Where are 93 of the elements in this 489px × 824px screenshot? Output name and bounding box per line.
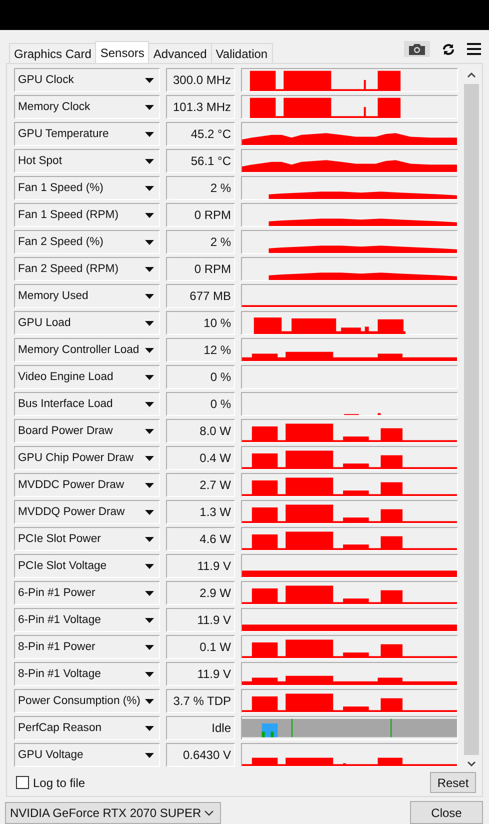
sensor-value: 0.4 W [166,446,235,470]
caret-icon [145,428,154,434]
caret-icon [145,752,154,758]
sensor-dropdown[interactable]: Bus Interface Load [14,392,160,416]
sensor-dropdown[interactable]: 8-Pin #1 Power [14,635,160,659]
caret-icon [145,510,154,514]
tab[interactable]: Sensors [95,41,150,63]
checkbox[interactable] [16,776,29,789]
sensor-value: 1.3 W [166,500,235,524]
sensor-value: 56.1 °C [166,149,235,173]
sensor-value: 0.1 W [166,635,235,659]
sensor-dropdown[interactable]: Memory Used [14,284,160,308]
caret-icon [145,320,154,326]
caret-icon [145,240,154,244]
sensor-value: 0 RPM [166,203,235,227]
refresh-icon[interactable] [442,42,455,56]
tab[interactable]: Validation [210,43,273,63]
caret-icon [145,348,154,352]
sensor-value: 11.9 V [166,608,235,632]
scrollbar-thumb[interactable] [464,84,479,755]
sensor-dropdown[interactable]: GPU Clock [14,68,160,92]
caret-icon [145,402,154,406]
scroll-up-icon[interactable] [467,72,476,78]
sensor-value: 300.0 MHz [166,68,235,92]
caret-icon [145,212,154,218]
scroll-down-icon[interactable] [467,761,476,767]
sensor-dropdown[interactable]: GPU Voltage [14,743,160,767]
sensor-value: 677 MB [166,284,235,308]
chevron-down-icon [204,810,214,816]
sensor-dropdown[interactable]: MVDDQ Power Draw [14,500,160,524]
sensor-dropdown[interactable]: Fan 1 Speed (%) [14,176,160,200]
caret-icon [145,698,154,704]
sensor-dropdown[interactable]: GPU Load [14,311,160,335]
caret-icon [145,186,154,190]
sensor-dropdown[interactable]: PCIe Slot Power [14,527,160,551]
sensor-dropdown[interactable]: 8-Pin #1 Voltage [14,662,160,686]
reset-button[interactable]: Reset [430,772,476,793]
sensor-value: 0.6430 V [166,743,235,767]
sensor-dropdown[interactable]: Power Consumption (%) [14,689,160,713]
sensor-dropdown[interactable]: Hot Spot [14,149,160,173]
gpu-dropdown[interactable]: NVIDIA GeForce RTX 2070 SUPER [5,802,221,824]
sensor-value: Idle [166,716,235,740]
sensor-value: 10 % [166,311,235,335]
sensor-dropdown[interactable]: PCIe Slot Voltage [14,554,160,578]
sensor-dropdown[interactable]: 6-Pin #1 Voltage [14,608,160,632]
sensor-dropdown[interactable]: Board Power Draw [14,419,160,443]
sensor-dropdown[interactable]: Fan 2 Speed (RPM) [14,257,160,281]
sensor-value: 4.6 W [166,527,235,551]
caret-icon [145,374,154,380]
sensor-value: 0 % [166,365,235,389]
close-button[interactable]: Close [410,801,483,824]
sensor-value: 11.9 V [166,662,235,686]
caret-icon [145,78,154,82]
caret-icon [145,726,154,730]
sensor-dropdown[interactable]: Fan 2 Speed (%) [14,230,160,254]
caret-icon [145,672,154,676]
caret-icon [145,294,154,298]
sensor-dropdown[interactable]: GPU Chip Power Draw [14,446,160,470]
caret-icon [145,266,154,272]
sensor-value: 45.2 °C [166,122,235,146]
caret-icon [145,482,154,488]
sensor-dropdown[interactable]: Memory Clock [14,95,160,119]
tab[interactable]: Graphics Card [9,43,96,63]
caret-icon [145,618,154,622]
sensor-value: 0 % [166,392,235,416]
sensor-value: 2 % [166,176,235,200]
sensor-dropdown[interactable]: PerfCap Reason [14,716,160,740]
sensor-dropdown[interactable]: Fan 1 Speed (RPM) [14,203,160,227]
menu-icon[interactable] [467,43,481,55]
caret-icon [145,104,154,110]
caret-icon [145,158,154,164]
sensor-value: 12 % [166,338,235,362]
caret-icon [145,590,154,596]
caret-icon [145,456,154,460]
checkbox-label: Log to file [33,776,86,790]
caret-icon [145,132,154,136]
sensor-dropdown[interactable]: MVDDC Power Draw [14,473,160,497]
sensor-value: 2.9 W [166,581,235,605]
sensor-dropdown[interactable]: Memory Controller Load [14,338,160,362]
caret-icon [145,644,154,650]
camera-icon[interactable] [404,41,430,57]
sensor-value: 0 RPM [166,257,235,281]
caret-icon [145,536,154,542]
sensor-value: 2.7 W [166,473,235,497]
sensor-value: 2 % [166,230,235,254]
sensor-value: 101.3 MHz [166,95,235,119]
sensor-dropdown[interactable]: GPU Temperature [14,122,160,146]
sensor-dropdown[interactable]: Video Engine Load [14,365,160,389]
sensor-value: 3.7 % TDP [166,689,235,713]
caret-icon [145,564,154,568]
sensor-value: 11.9 V [166,554,235,578]
sensor-value: 8.0 W [166,419,235,443]
sensor-dropdown[interactable]: 6-Pin #1 Power [14,581,160,605]
